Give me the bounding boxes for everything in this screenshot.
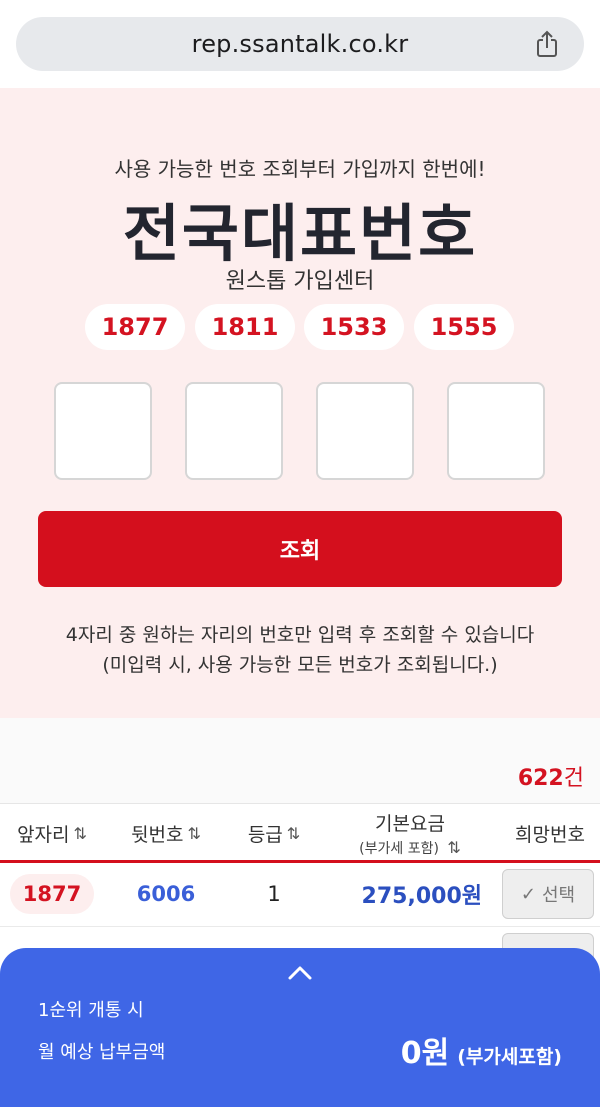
share-icon[interactable] xyxy=(532,29,562,59)
column-base-fee-label: 기본요금 xyxy=(375,812,445,835)
prefix-pill-1877[interactable]: 1877 xyxy=(85,304,185,350)
select-button-label: 선택 xyxy=(541,885,576,906)
row-price: 275,000원 xyxy=(361,884,482,909)
column-back-label: 뒷번호 xyxy=(131,823,184,846)
result-count: 622건 xyxy=(518,760,584,792)
column-header-desired: 희망번호 xyxy=(515,823,585,846)
column-header-base-fee[interactable]: 기본요금 (부가세 포함) ⇅ xyxy=(320,804,500,862)
prefix-list: 1877 1811 1533 1555 xyxy=(0,304,600,352)
hero-caption: 원스톱 가입센터 xyxy=(225,269,375,294)
column-grade-label: 등급 xyxy=(247,823,283,846)
search-button[interactable]: 조회 xyxy=(38,511,562,587)
result-count-number: 622 xyxy=(517,766,564,791)
row-front-cell: 1877 xyxy=(0,863,104,925)
address-bar[interactable]: rep.ssantalk.co.kr xyxy=(16,17,584,71)
search-notice-line1: 4자리 중 원하는 자리의 번호만 입력 후 조회할 수 있습니다 xyxy=(65,624,535,646)
vat-note: (부가세포함) xyxy=(457,1046,562,1068)
table-header: 앞자리 ⇅ 뒷번호 ⇅ 등급 ⇅ 기본요금 (부가세 포함) ⇅ 희망번호 xyxy=(0,803,600,863)
sort-icon: ⇅ xyxy=(447,837,461,857)
digit-input-3[interactable] xyxy=(316,382,414,480)
digit-input-1[interactable] xyxy=(54,382,152,480)
result-count-unit: 건 xyxy=(563,766,584,791)
digit-input-2[interactable] xyxy=(185,382,283,480)
monthly-amount: 0원 (부가세포함) xyxy=(401,1028,562,1072)
browser-toolbar: rep.ssantalk.co.kr xyxy=(0,0,600,88)
prefix-pill-1811[interactable]: 1811 xyxy=(195,304,295,350)
monthly-amount-value: 0원 xyxy=(400,1036,450,1071)
digit-input-4[interactable] xyxy=(447,382,545,480)
select-button[interactable]: ✓ 선택 xyxy=(502,869,594,919)
table-row: 1877 6006 1 275,000원 ✓ 선택 xyxy=(0,863,600,927)
sort-icon: ⇅ xyxy=(286,823,301,843)
sort-icon: ⇅ xyxy=(73,823,87,843)
hero-section: 사용 가능한 번호 조회부터 가입까지 한번에! 전국대표번호 원스톱 가입센터… xyxy=(0,88,600,718)
column-front-label: 앞자리 xyxy=(17,823,70,846)
row-back-number: 6006 xyxy=(136,882,196,906)
hero-subtitle: 사용 가능한 번호 조회부터 가입까지 한번에! xyxy=(114,157,486,181)
check-icon: ✓ xyxy=(520,883,536,905)
column-header-front[interactable]: 앞자리 ⇅ xyxy=(0,804,104,862)
page-title: 전국대표번호 xyxy=(122,197,478,270)
priority-activation-label: 1순위 개통 시 xyxy=(38,1000,144,1021)
column-header-back[interactable]: 뒷번호 ⇅ xyxy=(104,804,228,862)
chevron-up-icon[interactable] xyxy=(286,964,314,982)
column-base-fee-sublabel: (부가세 포함) ⇅ xyxy=(359,837,461,857)
bottom-summary-sheet[interactable]: 1순위 개통 시 월 예상 납부금액 0원 (부가세포함) xyxy=(0,948,600,1107)
column-header-grade[interactable]: 등급 ⇅ xyxy=(228,804,320,862)
front-number-badge: 1877 xyxy=(10,874,94,914)
row-grade: 1 xyxy=(267,882,281,906)
prefix-pill-1555[interactable]: 1555 xyxy=(414,304,514,350)
url-text: rep.ssantalk.co.kr xyxy=(191,30,409,58)
monthly-estimate-label: 월 예상 납부금액 xyxy=(38,1042,166,1063)
prefix-pill-1533[interactable]: 1533 xyxy=(304,304,404,350)
search-notice-line2: (미입력 시, 사용 가능한 모든 번호가 조회됩니다.) xyxy=(102,654,498,676)
sort-icon: ⇅ xyxy=(187,823,201,843)
